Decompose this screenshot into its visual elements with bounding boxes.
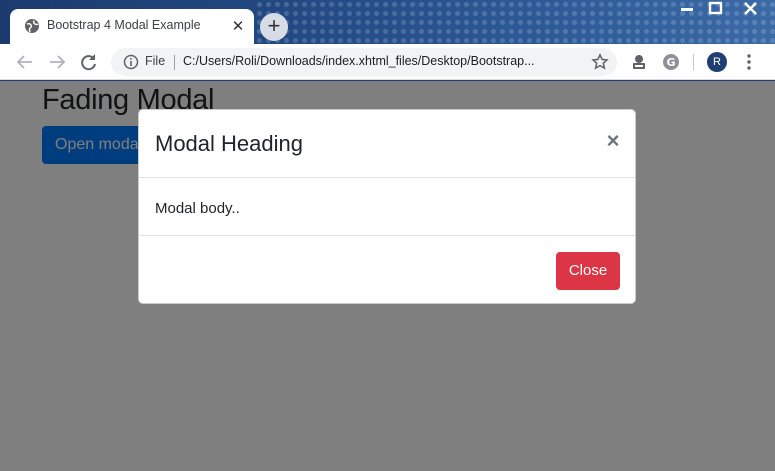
star-icon[interactable] xyxy=(591,53,609,71)
minimize-icon[interactable] xyxy=(672,0,702,18)
window-close-icon[interactable] xyxy=(731,0,771,18)
modal-footer: Close xyxy=(139,235,635,303)
omnibox-divider xyxy=(174,55,175,70)
modal-dialog: Modal Heading × Modal body.. Close xyxy=(138,109,636,304)
svg-text:G: G xyxy=(666,56,675,69)
modal-body: Modal body.. xyxy=(155,200,240,217)
grammarly-icon[interactable]: G xyxy=(662,53,680,71)
browser-toolbar: File C:/Users/Roli/Downloads/index.xhtml… xyxy=(0,44,775,80)
close-button[interactable]: Close xyxy=(556,252,620,290)
modal-close-icon[interactable]: × xyxy=(602,130,624,152)
kebab-menu-icon[interactable] xyxy=(742,53,756,71)
url-text[interactable]: C:/Users/Roli/Downloads/index.xhtml_file… xyxy=(183,54,583,68)
globe-icon xyxy=(25,19,39,33)
arrow-right-icon[interactable] xyxy=(47,53,67,71)
new-tab-button[interactable]: + xyxy=(260,13,288,41)
modal-title: Modal Heading xyxy=(155,131,303,156)
profile-avatar[interactable]: R xyxy=(707,52,727,72)
extension-icon[interactable] xyxy=(630,53,648,71)
info-icon[interactable] xyxy=(123,54,139,70)
tab-title: Bootstrap 4 Modal Example xyxy=(47,18,201,32)
browser-titlebar: Bootstrap 4 Modal Example ✕ + xyxy=(0,0,775,44)
plus-icon: + xyxy=(267,13,281,38)
browser-tab[interactable]: Bootstrap 4 Modal Example ✕ xyxy=(10,9,254,44)
tab-close-icon[interactable]: ✕ xyxy=(229,17,247,35)
address-bar[interactable]: File C:/Users/Roli/Downloads/index.xhtml… xyxy=(111,48,617,76)
modal-header: Modal Heading × xyxy=(139,110,635,178)
toolbar-divider xyxy=(693,54,694,70)
scheme-label: File xyxy=(145,54,166,68)
maximize-icon[interactable] xyxy=(701,0,731,18)
reload-icon[interactable] xyxy=(79,53,99,71)
arrow-left-icon[interactable] xyxy=(15,53,35,71)
